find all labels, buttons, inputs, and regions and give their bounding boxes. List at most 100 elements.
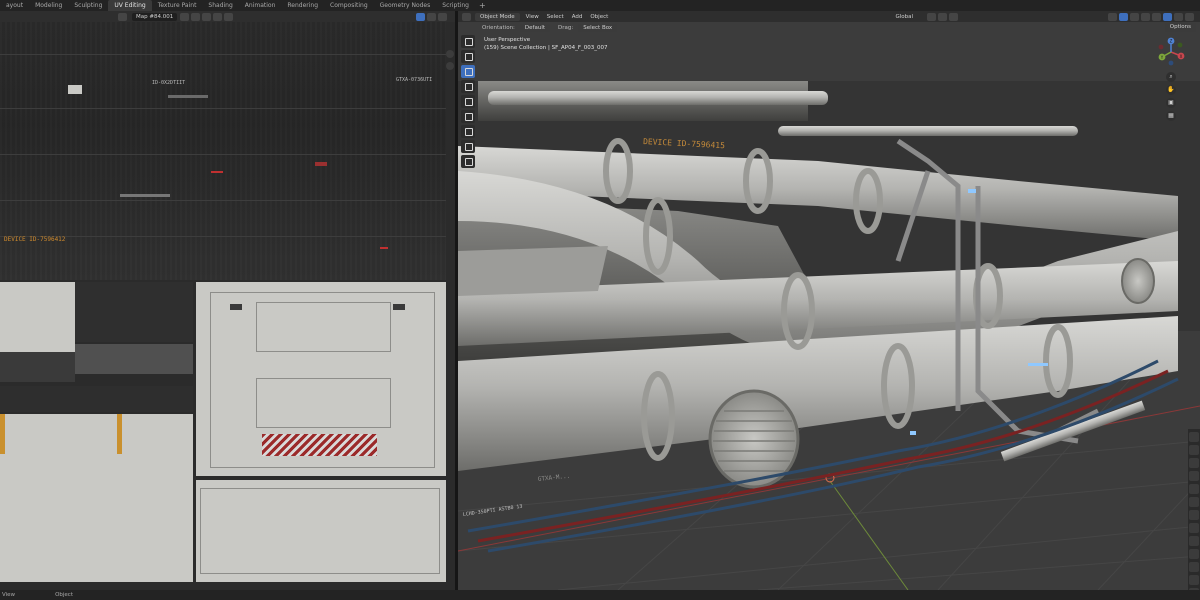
- move-tool-icon[interactable]: [461, 65, 475, 78]
- solid-shading-icon[interactable]: [1163, 13, 1172, 21]
- render-properties-icon[interactable]: [1189, 445, 1199, 455]
- transform-orientation-dropdown[interactable]: Global: [895, 14, 913, 20]
- viewport-scene: DEVICE ID-7596415 GTXA-M... LCHD-350PTI …: [458, 81, 1200, 590]
- workspace-tab-uv-editing[interactable]: UV Editing: [108, 0, 152, 11]
- workspace-tab-layout[interactable]: ayout: [0, 0, 29, 11]
- editor-type-icon[interactable]: [462, 12, 471, 21]
- workspace-tab-geometry-nodes[interactable]: Geometry Nodes: [374, 0, 437, 11]
- tool-settings-bar: Orientation: Default Drag: Select Box: [482, 23, 619, 32]
- uv-texture-canvas[interactable]: ID-0X2DTIIT GTXA-0736UTI DEVICE ID-75964…: [0, 22, 455, 590]
- light-texture-region: [0, 282, 446, 582]
- scale-tool-icon[interactable]: [461, 95, 475, 108]
- scene-collection-text: (159) Scene Collection | SF_AP04_F_003_0…: [484, 45, 608, 51]
- modifier-properties-icon[interactable]: [1189, 523, 1199, 533]
- scene-properties-icon[interactable]: [1189, 484, 1199, 494]
- cable-lchd-label: LCHD-350PTI ASTB0 13: [462, 504, 522, 518]
- status-bar: View Object: [0, 590, 1200, 600]
- viewport-gizmo-toggle-icon[interactable]: [1119, 13, 1128, 21]
- annotate-tool-icon[interactable]: [461, 125, 475, 138]
- physics-icon[interactable]: [1189, 549, 1199, 559]
- rendered-shading-icon[interactable]: [1185, 13, 1194, 21]
- view-layer-icon[interactable]: [1189, 471, 1199, 481]
- cursor-tool-icon[interactable]: [461, 50, 475, 63]
- rotate-tool-icon[interactable]: [461, 80, 475, 93]
- perspective-toggle-icon[interactable]: ▦: [1166, 111, 1176, 121]
- image-browse-icon[interactable]: [118, 12, 127, 21]
- visibility-icon[interactable]: [1108, 13, 1117, 21]
- pivot-point-icon[interactable]: [927, 13, 936, 21]
- 3d-viewport[interactable]: DEVICE ID-7596415 GTXA-M... LCHD-350PTI …: [458, 11, 1200, 590]
- menu-object[interactable]: Object: [586, 14, 612, 20]
- drag-label: Drag:: [558, 24, 574, 31]
- plus-icon[interactable]: +: [475, 1, 490, 10]
- vent-grille-right: [1121, 258, 1155, 304]
- pipe-gtxa-label: GTXA-M...: [537, 473, 570, 483]
- options-dropdown[interactable]: Options: [1164, 23, 1196, 32]
- viewport-info-overlay: User Perspective (159) Scene Collection …: [484, 36, 608, 52]
- add-cube-tool-icon[interactable]: [461, 155, 475, 168]
- texture-device-label: DEVICE ID-7596412: [4, 236, 66, 243]
- image-name-field[interactable]: Map #84.001: [132, 12, 178, 21]
- gizmo-x-label: X: [1180, 54, 1183, 59]
- select-tool-icon[interactable]: [461, 35, 475, 48]
- object-properties-icon[interactable]: [1189, 510, 1199, 520]
- tool-shelf: [461, 35, 477, 170]
- workspace-tab-sculpting[interactable]: Sculpting: [68, 0, 108, 11]
- properties-tab-strip: [1188, 429, 1200, 590]
- tool-properties-icon[interactable]: [1189, 432, 1199, 442]
- texture-gtxa-label: GTXA-0736UTI: [396, 77, 433, 83]
- display-channels-icon[interactable]: [438, 13, 447, 21]
- drag-dropdown[interactable]: Select Box: [578, 23, 618, 32]
- orientation-label: Orientation:: [482, 24, 515, 31]
- xray-toggle-icon[interactable]: [1141, 13, 1150, 21]
- uv-editor-header: Map #84.001: [0, 11, 455, 22]
- status-view-hint: View: [2, 592, 16, 598]
- orientation-dropdown[interactable]: Default: [519, 23, 551, 32]
- workspace-tab-texture-paint[interactable]: Texture Paint: [152, 0, 203, 11]
- wireframe-shading-icon[interactable]: [1152, 13, 1161, 21]
- workspace-tab-shading[interactable]: Shading: [202, 0, 238, 11]
- pin-icon[interactable]: [224, 12, 234, 21]
- measure-tool-icon[interactable]: [461, 140, 475, 153]
- uv-editor: Map #84.001 ID-0X2DTIIT GTXA-0736UTI DEV…: [0, 11, 455, 590]
- gizmo-toggle-icon[interactable]: [416, 13, 425, 21]
- uv-navigation-strip: [445, 22, 455, 590]
- transform-tool-icon[interactable]: [461, 110, 475, 123]
- world-properties-icon[interactable]: [1189, 497, 1199, 507]
- fake-user-icon[interactable]: [180, 12, 190, 21]
- camera-view-icon[interactable]: ▣: [1166, 98, 1176, 108]
- workspace-tab-scripting[interactable]: Scripting: [436, 0, 475, 11]
- gizmo-z-label: Z: [1170, 39, 1173, 44]
- constraints-icon[interactable]: [1189, 562, 1199, 572]
- overlays-toggle-icon[interactable]: [1130, 13, 1139, 21]
- menu-add[interactable]: Add: [568, 14, 587, 20]
- workspace-tab-rendering[interactable]: Rendering: [281, 0, 324, 11]
- menu-view[interactable]: View: [522, 14, 543, 20]
- hand-pan-icon[interactable]: [446, 62, 454, 70]
- overlay-toggle-icon[interactable]: [427, 13, 436, 21]
- gizmo-y-label: Y: [1160, 55, 1164, 60]
- proportional-edit-icon[interactable]: [949, 13, 958, 21]
- output-properties-icon[interactable]: [1189, 458, 1199, 468]
- workspace-tab-compositing[interactable]: Compositing: [324, 0, 374, 11]
- texture-id-label: ID-0X2DTIIT: [152, 80, 186, 86]
- snap-icon[interactable]: [938, 13, 947, 21]
- workspace-tab-modeling[interactable]: Modeling: [29, 0, 68, 11]
- open-image-icon[interactable]: [202, 12, 212, 21]
- particles-icon[interactable]: [1189, 536, 1199, 546]
- zoom-icon[interactable]: [446, 50, 454, 58]
- data-properties-icon[interactable]: [1189, 575, 1199, 585]
- workspace-tab-animation[interactable]: Animation: [239, 0, 282, 11]
- hand-pan-icon[interactable]: ✋: [1166, 85, 1176, 95]
- navigation-gizmo[interactable]: X Y Z: [1156, 37, 1186, 67]
- menu-select[interactable]: Select: [543, 14, 568, 20]
- new-image-icon[interactable]: [191, 12, 201, 21]
- status-object-hint: Object: [55, 592, 73, 598]
- material-shading-icon[interactable]: [1174, 13, 1183, 21]
- y-axis-line: [829, 480, 909, 590]
- dark-texture-region: ID-0X2DTIIT GTXA-0736UTI DEVICE ID-75964…: [0, 22, 446, 280]
- zoom-icon[interactable]: ⌕: [1166, 72, 1176, 82]
- unlink-image-icon[interactable]: [213, 12, 223, 21]
- workspace-tab-bar: ayout Modeling Sculpting UV Editing Text…: [0, 0, 1200, 11]
- mode-dropdown[interactable]: Object Mode: [475, 12, 520, 21]
